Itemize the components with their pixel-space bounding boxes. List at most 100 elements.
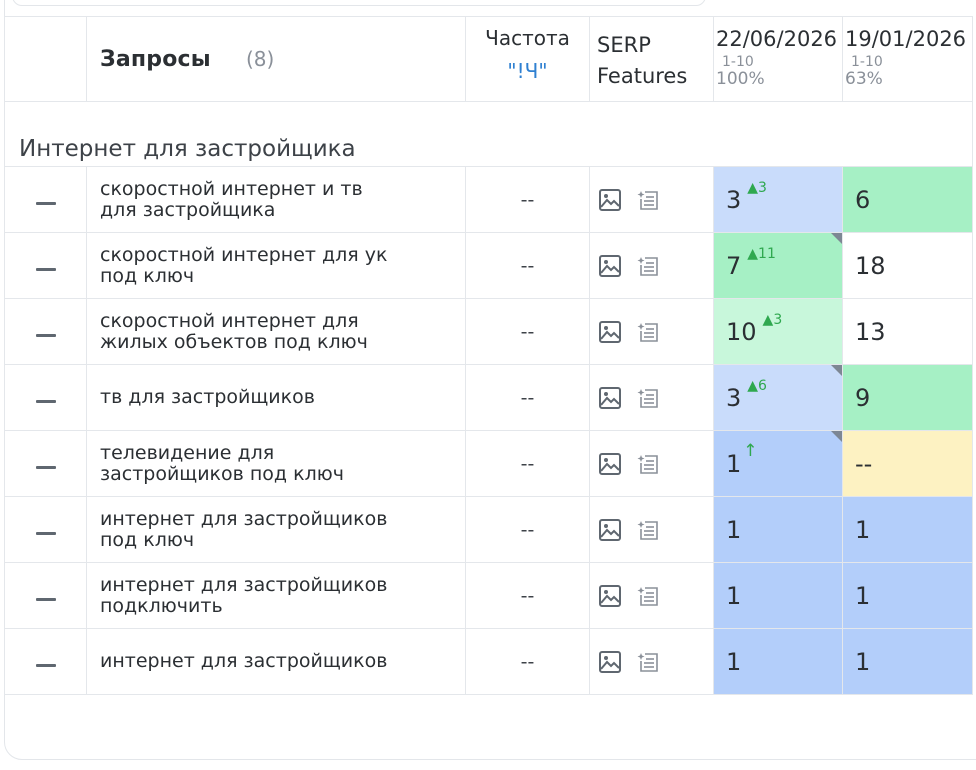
query-text[interactable]: скоростной интернет и тв для застройщика (86, 166, 466, 233)
collapse-toggle[interactable] (4, 496, 87, 563)
query-text[interactable]: скоростной интернет для жилых объектов по… (86, 298, 466, 365)
queries-title: Запросы (100, 46, 211, 72)
sparkle-list-icon[interactable] (637, 650, 661, 674)
position-date-1[interactable]: 3 ▲6 (713, 364, 843, 431)
image-icon[interactable] (598, 188, 622, 212)
position-date-1[interactable]: 1 ↑ (713, 430, 843, 497)
arrow-up-icon: ↑ (743, 440, 758, 461)
header-serp-features[interactable]: SERP Features (589, 16, 714, 102)
date-1-label: 22/06/2026 (716, 27, 838, 51)
sparkle-list-icon[interactable] (637, 188, 661, 212)
frequency-value: -- (465, 232, 590, 299)
sparkle-list-icon[interactable] (637, 584, 661, 608)
minus-icon (35, 598, 56, 601)
image-icon[interactable] (598, 386, 622, 410)
position-date-2[interactable]: 18 (842, 232, 973, 299)
collapse-toggle[interactable] (4, 364, 87, 431)
top-search-bar[interactable] (12, 0, 706, 6)
image-icon[interactable] (598, 650, 622, 674)
frequency-value: -- (465, 298, 590, 365)
position-date-1[interactable]: 1 (713, 496, 843, 563)
position-date-1[interactable]: 3 ▲3 (713, 166, 843, 233)
minus-icon (35, 202, 56, 205)
minus-icon (35, 664, 56, 667)
minus-icon (35, 268, 56, 271)
serp-label: SERP Features (597, 33, 688, 88)
header-queries[interactable]: Запросы (8) (86, 16, 466, 102)
position-value: 1 (855, 647, 871, 676)
sparkle-list-icon[interactable] (637, 254, 661, 278)
sparkle-list-icon[interactable] (637, 386, 661, 410)
minus-icon (35, 466, 56, 469)
position-value: -- (855, 449, 873, 478)
position-date-1[interactable]: 7 ▲11 (713, 232, 843, 299)
position-date-2[interactable]: 1 (842, 562, 973, 629)
collapse-toggle[interactable] (4, 232, 87, 299)
position-date-1[interactable]: 10 ▲3 (713, 298, 843, 365)
header-date-1[interactable]: 22/06/2026 1-10 100% (713, 16, 843, 102)
collapse-toggle[interactable] (4, 298, 87, 365)
table-row: скоростной интернет для жилых объектов по… (4, 298, 973, 365)
table-row: интернет для застройщиков подключить -- 1… (4, 562, 973, 629)
sparkle-list-icon[interactable] (637, 452, 661, 476)
position-value: 1 (855, 515, 871, 544)
collapse-toggle[interactable] (4, 430, 87, 497)
serp-features-cell (589, 364, 714, 431)
query-text[interactable]: тв для застройщиков (86, 364, 466, 431)
serp-features-cell (589, 496, 714, 563)
image-icon[interactable] (598, 254, 622, 278)
group-row: Интернет для застройщика (4, 101, 973, 167)
frequency-value: -- (465, 562, 590, 629)
collapse-toggle[interactable] (4, 166, 87, 233)
image-icon[interactable] (598, 320, 622, 344)
position-date-1[interactable]: 1 (713, 628, 843, 695)
image-icon[interactable] (598, 518, 622, 542)
position-date-2[interactable]: 9 (842, 364, 973, 431)
position-date-2[interactable]: 1 (842, 496, 973, 563)
position-value: 3 (726, 383, 742, 412)
position-date-2[interactable]: 13 (842, 298, 973, 365)
date-1-range: 1-10 (722, 54, 754, 70)
serp-features-cell (589, 562, 714, 629)
position-value: 1 (855, 581, 871, 610)
sparkle-list-icon[interactable] (637, 518, 661, 542)
header-frequency[interactable]: Частота "!Ч" (465, 16, 590, 102)
query-text[interactable]: интернет для застройщиков подключить (86, 562, 466, 629)
query-text[interactable]: интернет для застройщиков (86, 628, 466, 695)
image-icon[interactable] (598, 452, 622, 476)
frequency-value: -- (465, 496, 590, 563)
position-value: 6 (855, 185, 871, 214)
header-date-2[interactable]: 19/01/2026 1-10 63% (842, 16, 973, 102)
collapse-toggle[interactable] (4, 562, 87, 629)
position-change-up: ▲11 (747, 245, 776, 262)
date-2-label: 19/01/2026 (845, 27, 967, 51)
position-date-2[interactable]: -- (842, 430, 973, 497)
frequency-value: -- (465, 364, 590, 431)
queries-count: (8) (245, 46, 275, 71)
serp-features-cell (589, 628, 714, 695)
queries-table: Запросы (8) Частота "!Ч" SERP Features 22… (4, 16, 973, 695)
table-row: интернет для застройщиков -- 1 1 (4, 628, 973, 695)
position-value: 1 (726, 581, 742, 610)
position-date-2[interactable]: 1 (842, 628, 973, 695)
frequency-type-link[interactable]: "!Ч" (466, 59, 589, 83)
position-date-1[interactable]: 1 (713, 562, 843, 629)
minus-icon (35, 334, 56, 337)
collapse-toggle[interactable] (4, 628, 87, 695)
frequency-value: -- (465, 628, 590, 695)
sparkle-list-icon[interactable] (637, 320, 661, 344)
query-text[interactable]: интернет для застройщиков под ключ (86, 496, 466, 563)
date-1-percent: 100% (716, 69, 765, 89)
position-value: 1 (726, 647, 742, 676)
query-text[interactable]: телевидение для застройщиков под ключ (86, 430, 466, 497)
position-value: 7 (726, 251, 742, 280)
minus-icon (35, 400, 56, 403)
position-value: 18 (855, 251, 886, 280)
date-2-percent: 63% (845, 69, 883, 89)
position-date-2[interactable]: 6 (842, 166, 973, 233)
image-icon[interactable] (598, 584, 622, 608)
table-row: тв для застройщиков -- 3 ▲6 9 (4, 364, 973, 431)
query-text[interactable]: скоростной интернет для ук под ключ (86, 232, 466, 299)
group-name[interactable]: Интернет для застройщика (19, 136, 356, 162)
position-value: 13 (855, 317, 886, 346)
